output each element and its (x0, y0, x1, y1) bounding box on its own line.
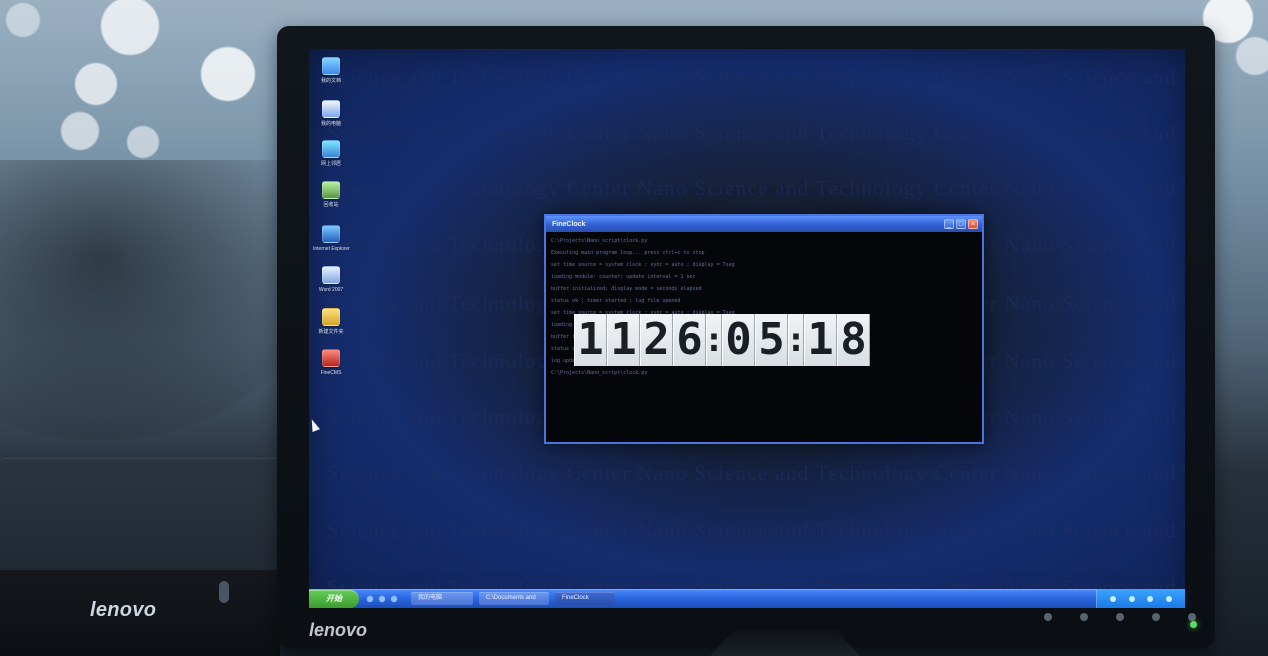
tray-icon[interactable] (1166, 595, 1173, 602)
application-icon (322, 349, 340, 367)
start-button[interactable]: 开始 (309, 589, 359, 608)
desktop-icon-label: 我的文档 (320, 78, 341, 84)
monitor-control-icon (1152, 613, 1160, 621)
clock-readout: 1 1 2 6 : 0 5 : 1 8 (574, 314, 960, 366)
monitor-stand (710, 630, 860, 656)
desktop-icon-label: 网上邻居 (320, 161, 341, 167)
clock-separator: : (704, 314, 724, 366)
desktop-icon-label: Internet Explorer (313, 246, 350, 252)
window-controls: _ □ × (944, 219, 978, 229)
computer-brand-logo: lenovo (90, 599, 157, 621)
console-titlebar[interactable]: FineClock _ □ × (546, 216, 982, 232)
console-line: C:\Projects\Nano_script\clock.py (551, 370, 648, 376)
console-window-title: FineClock (552, 220, 586, 228)
desktop-computer-case (0, 458, 280, 656)
computer-power-button (219, 581, 229, 603)
monitor-control-icon (1188, 613, 1196, 621)
clock-digit: 1 (607, 314, 640, 366)
clock-digit: 1 (804, 314, 837, 366)
tray-icon[interactable] (1109, 595, 1116, 602)
desktop-screen: Science and Technology Center Nano Scien… (309, 49, 1185, 608)
console-window[interactable]: FineClock _ □ × C:\Projects\Nano_script\… (544, 214, 984, 444)
console-line: status ok ; timer started ; log file ope… (551, 298, 681, 304)
console-line: C:\Projects\Nano_script\clock.py (551, 238, 648, 244)
close-button[interactable]: × (968, 219, 978, 229)
maximize-button[interactable]: □ (956, 219, 966, 229)
folder-icon (322, 308, 340, 326)
wallpaper-text-line: Science and Technology Center Nano Scien… (327, 518, 1185, 542)
system-tray (1096, 589, 1185, 608)
quick-launch-icon[interactable] (391, 595, 397, 602)
mouse-pointer-icon (309, 417, 320, 433)
monitor-controls (1044, 613, 1196, 621)
console-line: Executing main program loop... press ctr… (551, 250, 705, 256)
minimize-button[interactable]: _ (944, 219, 954, 229)
wallpaper-text-line: Science and Technology Center Nano Scien… (327, 65, 1185, 89)
wallpaper-text-line: Science and Technology Center Nano Scien… (327, 121, 1185, 145)
clock-separator: : (786, 314, 806, 366)
quick-launch-icon[interactable] (379, 595, 385, 602)
taskbar-item[interactable]: 我的电脑 (411, 592, 473, 605)
clock-digit: 0 (722, 314, 755, 366)
monitor-control-icon (1044, 613, 1052, 621)
desktop-icon-app[interactable]: FineCMS (313, 349, 349, 376)
clock-digit: 2 (640, 314, 673, 366)
clock-digit: 5 (755, 314, 788, 366)
desktop-icon-label: 新建文件夹 (318, 329, 344, 335)
taskbar-item[interactable]: FineClock (555, 592, 615, 605)
network-icon (322, 140, 340, 158)
desktop-icon-new-folder[interactable]: 新建文件夹 (313, 308, 349, 335)
power-indicator-icon (1190, 621, 1197, 628)
console-line: buffer initialized; display mode = secon… (551, 286, 702, 292)
clock-digit: 6 (673, 314, 706, 366)
taskbar: 开始 我的电脑 C:\Documents and FineClock (309, 589, 1185, 608)
computer-icon (322, 100, 340, 118)
taskbar-item[interactable]: C:\Documents and (479, 592, 549, 605)
monitor-control-icon (1116, 613, 1124, 621)
desktop-icon-label: Word 2007 (318, 287, 344, 293)
desktop-icon-internet-explorer[interactable]: Internet Explorer (313, 225, 350, 252)
desktop-icon-label: 我的电脑 (320, 121, 341, 127)
console-line: loading module: counter; update interval… (551, 274, 696, 280)
desktop-icon-my-documents[interactable]: 我的文档 (313, 57, 349, 84)
quick-launch-icon[interactable] (367, 595, 373, 602)
desktop-icon-my-computer[interactable]: 我的电脑 (313, 100, 349, 127)
folder-icon (322, 57, 340, 75)
console-line: set time source = system clock ; sync = … (551, 262, 735, 268)
desktop-icon-network[interactable]: 网上邻居 (313, 140, 349, 167)
monitor-brand-logo: lenovo (309, 620, 368, 640)
tray-icon[interactable] (1147, 595, 1154, 602)
quick-launch (367, 595, 397, 602)
taskbar-buttons: 我的电脑 C:\Documents and FineClock (411, 592, 615, 605)
browser-icon (322, 225, 340, 243)
wallpaper-text-line: Science and Technology Center Nano Scien… (327, 176, 1185, 200)
desktop-icon-word[interactable]: Word 2007 (313, 266, 349, 293)
monitor-control-icon (1080, 613, 1088, 621)
wallpaper-text-line: Science and Technology Center Nano Scien… (327, 461, 1185, 485)
desktop-icon-label: FineCMS (320, 370, 342, 376)
clock-digit: 1 (574, 314, 607, 366)
tray-icon[interactable] (1128, 595, 1135, 602)
recycle-bin-icon (322, 181, 340, 199)
background-shadow (0, 160, 320, 440)
clock-digit: 8 (837, 314, 870, 366)
desktop-icon-recycle-bin[interactable]: 回收站 (313, 181, 349, 208)
document-icon (322, 266, 340, 284)
console-body[interactable]: C:\Projects\Nano_script\clock.py Executi… (546, 232, 982, 442)
desktop-icon-label: 回收站 (323, 202, 339, 208)
